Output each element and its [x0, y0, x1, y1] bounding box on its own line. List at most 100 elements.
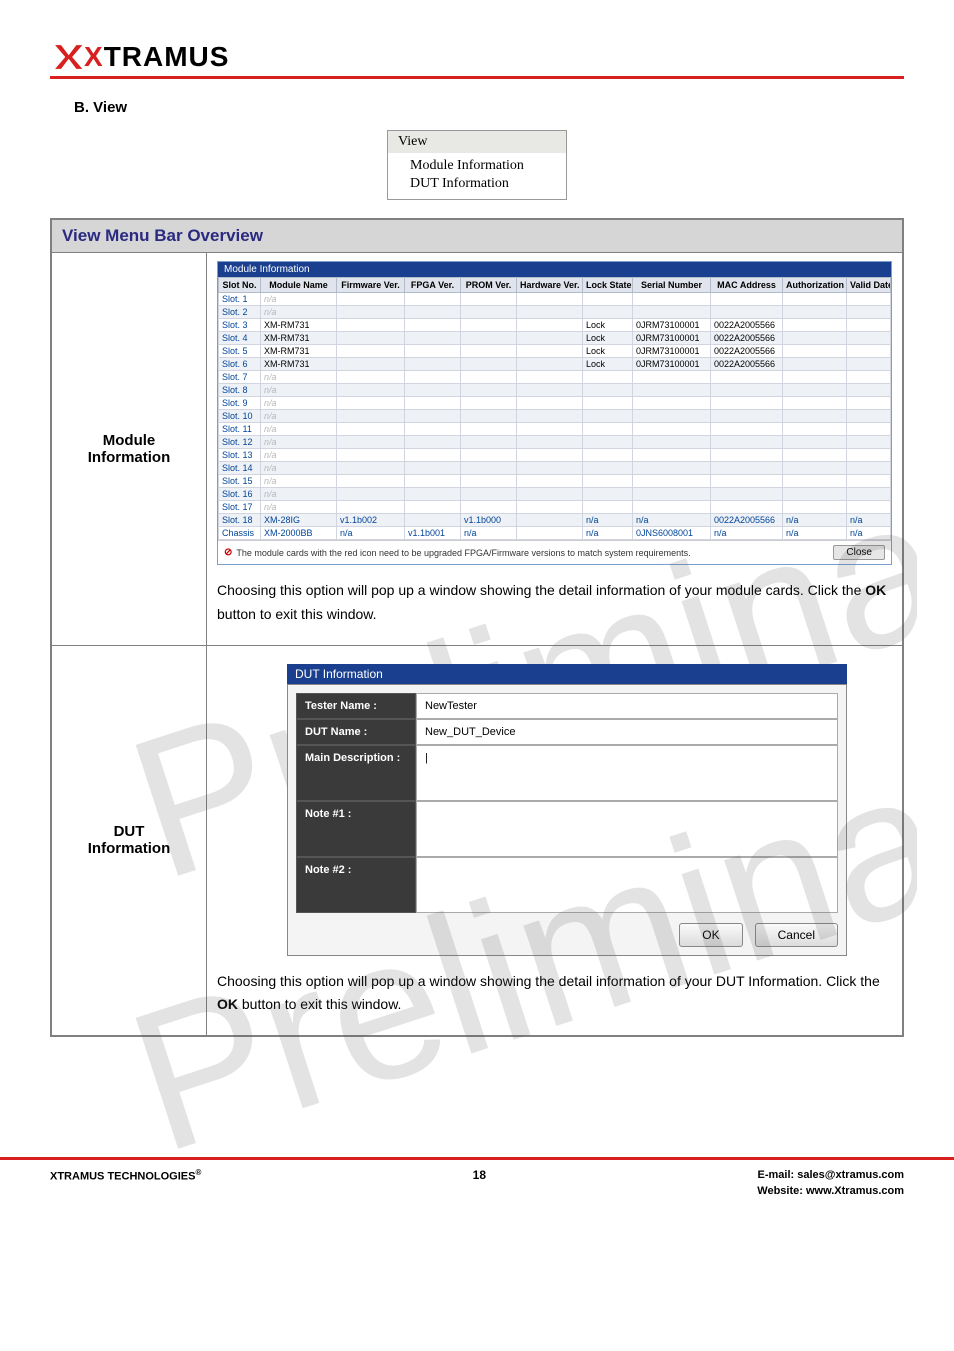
table-cell: n/a [261, 306, 337, 319]
table-cell [337, 371, 405, 384]
table-cell: n/a [261, 488, 337, 501]
table-cell [517, 332, 583, 345]
dut-field-value[interactable]: | [416, 745, 838, 801]
dut-field-value[interactable] [416, 857, 838, 913]
cancel-button[interactable]: Cancel [755, 923, 838, 947]
table-cell: XM-RM731 [261, 319, 337, 332]
table-cell [405, 293, 461, 306]
table-cell [847, 384, 891, 397]
table-row: Slot. 16n/a [219, 488, 891, 501]
table-cell [783, 462, 847, 475]
table-cell [633, 306, 711, 319]
table-cell: Chassis [219, 527, 261, 540]
table-cell [847, 306, 891, 319]
table-cell [517, 293, 583, 306]
col-lock: Lock State [583, 278, 633, 293]
overview-row-dut: DUTInformation Preliminary DUT Informati… [52, 645, 902, 1036]
col-valid: Valid Date/Times [847, 278, 891, 293]
table-cell [583, 501, 633, 514]
table-cell [337, 293, 405, 306]
table-cell: n/a [583, 527, 633, 540]
view-menu-title[interactable]: View [388, 131, 566, 153]
close-button[interactable]: Close [833, 545, 885, 560]
menu-item-module-info[interactable]: Module Information [410, 157, 550, 175]
table-cell [783, 345, 847, 358]
table-cell [847, 488, 891, 501]
ok-button[interactable]: OK [679, 923, 742, 947]
section-heading: B. View [74, 99, 904, 116]
table-row: Slot. 17n/a [219, 501, 891, 514]
table-cell [633, 371, 711, 384]
table-row: Slot. 7n/a [219, 371, 891, 384]
table-cell [633, 293, 711, 306]
table-cell: n/a [633, 514, 711, 527]
table-cell [405, 423, 461, 436]
table-cell: 0022A2005566 [711, 514, 783, 527]
overview-row-dut-content: Preliminary DUT Information Tester Name … [207, 646, 902, 1036]
col-serial: Serial Number [633, 278, 711, 293]
col-name: Module Name [261, 278, 337, 293]
table-cell: n/a [261, 423, 337, 436]
table-cell [583, 306, 633, 319]
dut-field-value[interactable]: NewTester [416, 693, 838, 719]
module-info-footer-message: The module cards with the red icon need … [236, 548, 690, 558]
brand-logo-text: XTRAMUS [84, 41, 229, 73]
col-hw: Hardware Ver. [517, 278, 583, 293]
table-cell [633, 410, 711, 423]
table-cell: Slot. 12 [219, 436, 261, 449]
table-cell [517, 306, 583, 319]
table-cell: n/a [261, 501, 337, 514]
table-cell: Lock [583, 332, 633, 345]
table-cell: 0022A2005566 [711, 332, 783, 345]
table-cell: n/a [261, 462, 337, 475]
table-cell [461, 501, 517, 514]
table-cell [783, 449, 847, 462]
dut-desc-pre: Choosing this option will pop up a windo… [217, 973, 880, 989]
table-cell: Slot. 5 [219, 345, 261, 358]
table-header-row: Slot No. Module Name Firmware Ver. FPGA … [219, 278, 891, 293]
dut-desc-post: button to exit this window. [238, 996, 401, 1012]
table-cell [583, 397, 633, 410]
table-cell [461, 345, 517, 358]
table-cell [337, 319, 405, 332]
table-cell [711, 306, 783, 319]
table-cell [337, 306, 405, 319]
table-cell [633, 501, 711, 514]
table-cell: Slot. 1 [219, 293, 261, 306]
table-cell [783, 397, 847, 410]
module-info-window: Module Information Slot No. Module Name … [217, 261, 892, 565]
table-cell: n/a [261, 397, 337, 410]
menu-item-dut-info[interactable]: DUT Information [410, 175, 550, 193]
table-cell: Slot. 7 [219, 371, 261, 384]
brand-logo-rest: TRAMUS [104, 41, 230, 72]
footer-website: Website: www.Xtramus.com [757, 1184, 904, 1199]
table-cell [583, 423, 633, 436]
table-cell [517, 449, 583, 462]
table-cell [337, 384, 405, 397]
table-cell [337, 475, 405, 488]
overview-row-dut-label: DUTInformation [52, 646, 207, 1036]
col-prom: PROM Ver. [461, 278, 517, 293]
footer-page-number: 18 [473, 1168, 486, 1182]
table-cell [633, 488, 711, 501]
table-cell: XM-28IG [261, 514, 337, 527]
col-slot: Slot No. [219, 278, 261, 293]
table-cell [847, 436, 891, 449]
table-row: Slot. 9n/a [219, 397, 891, 410]
table-cell [711, 462, 783, 475]
module-info-table: Slot No. Module Name Firmware Ver. FPGA … [218, 277, 891, 540]
table-cell [405, 358, 461, 371]
table-cell [711, 449, 783, 462]
table-row: Slot. 2n/a [219, 306, 891, 319]
table-row: ChassisXM-2000BBn/av1.1b001n/an/a0JNS600… [219, 527, 891, 540]
table-cell: Slot. 4 [219, 332, 261, 345]
table-cell [461, 319, 517, 332]
table-cell [847, 358, 891, 371]
table-row: Slot. 15n/a [219, 475, 891, 488]
overview-row-module-label: ModuleInformation [52, 253, 207, 645]
module-desc-pre: Choosing this option will pop up a windo… [217, 582, 865, 598]
dut-field-value[interactable]: New_DUT_Device [416, 719, 838, 745]
overview-row-module-content: Preliminary Module Information Slot No. … [207, 253, 902, 645]
dut-field-value[interactable] [416, 801, 838, 857]
table-cell [405, 332, 461, 345]
